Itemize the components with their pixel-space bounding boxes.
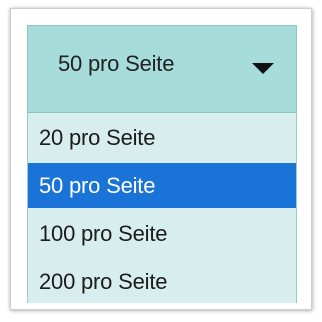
option-label: 100 pro Seite [39, 221, 168, 246]
caret-down-icon[interactable] [252, 63, 274, 74]
page-size-select-button[interactable]: 50 pro Seite [27, 25, 297, 113]
option-200-per-page[interactable]: 200 pro Seite [28, 259, 296, 304]
option-label: 20 pro Seite [39, 125, 156, 150]
option-50-per-page[interactable]: 50 pro Seite [28, 163, 296, 208]
option-label: 50 pro Seite [39, 173, 156, 198]
page-size-options-menu: 20 pro Seite 50 pro Seite 100 pro Seite … [27, 113, 297, 303]
selected-value-label: 50 pro Seite [58, 51, 175, 76]
option-20-per-page[interactable]: 20 pro Seite [28, 115, 296, 160]
option-100-per-page[interactable]: 100 pro Seite [28, 211, 296, 256]
page-size-dropdown: 50 pro Seite 20 pro Seite 50 pro Seite 1… [10, 8, 312, 310]
option-label: 200 pro Seite [39, 269, 168, 294]
